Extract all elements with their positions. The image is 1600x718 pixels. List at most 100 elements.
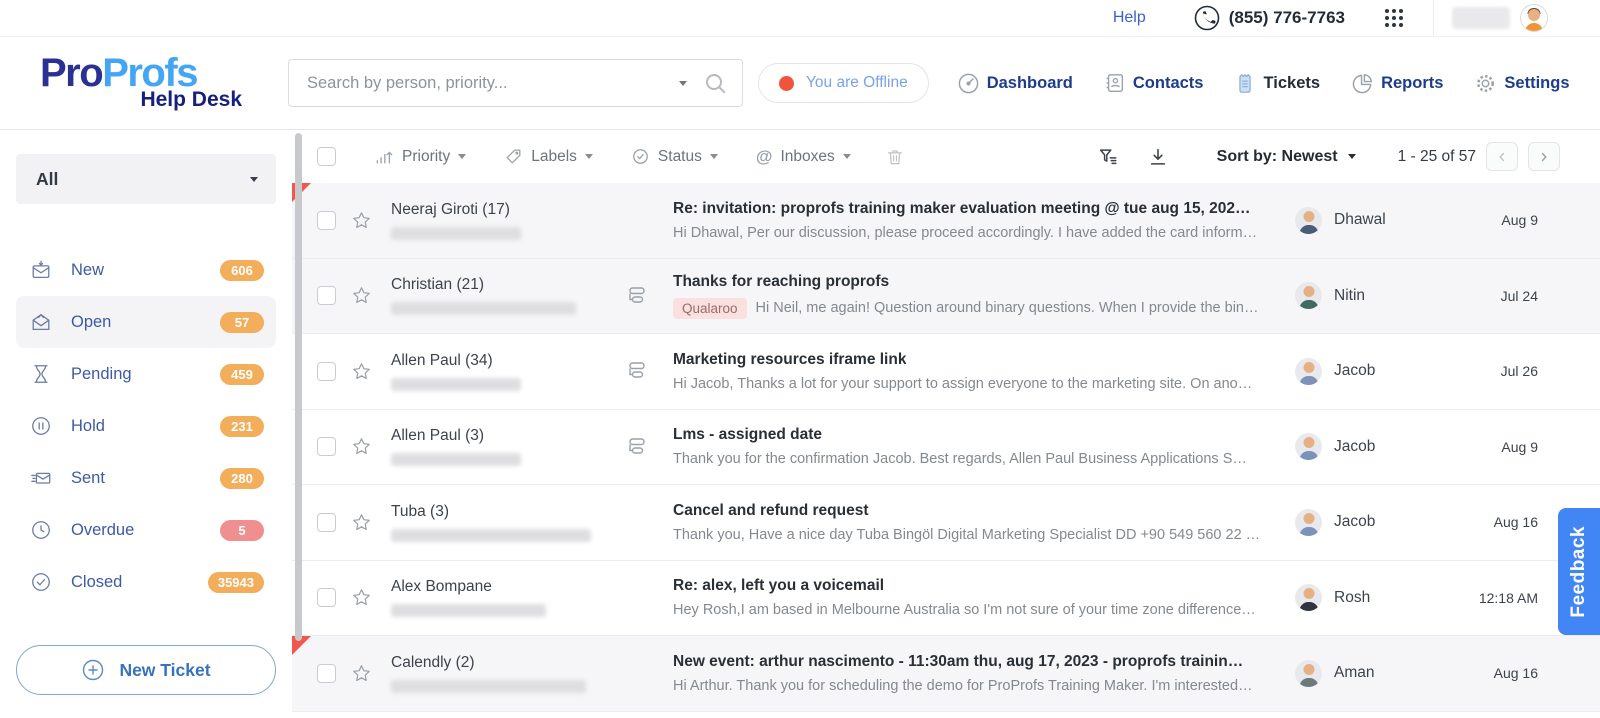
pause-icon [30, 415, 52, 437]
ticket-row[interactable]: Allen Paul (3) Lms - assigned date Thank… [292, 410, 1600, 486]
status-filter[interactable]: Status [631, 147, 718, 166]
nav-tickets[interactable]: Tickets [1234, 72, 1320, 95]
sidebar-item-pending[interactable]: Pending 459 [16, 348, 276, 400]
customer-name: Calendly (2) [391, 654, 475, 672]
ticket-preview: Thank you, Have a nice day Tuba Bingöl D… [673, 527, 1260, 543]
nav-contacts[interactable]: Contacts [1104, 72, 1204, 94]
star-icon[interactable] [351, 285, 372, 306]
assignee-name: Jacob [1334, 362, 1375, 380]
star-icon[interactable] [351, 587, 372, 608]
filter-view-button[interactable] [1097, 146, 1119, 168]
labels-filter[interactable]: Labels [504, 147, 593, 166]
ticket-subject: New event: arthur nascimento - 11:30am t… [673, 653, 1243, 671]
row-checkbox[interactable] [317, 588, 336, 607]
check-circle-icon [30, 571, 52, 593]
inbox-filter-dropdown[interactable]: All [16, 154, 276, 204]
new-ticket-button[interactable]: New Ticket [16, 645, 276, 695]
chevron-down-icon [1348, 154, 1356, 159]
row-checkbox[interactable] [317, 437, 336, 456]
redacted-email [391, 604, 546, 617]
redacted-email [391, 378, 521, 391]
redacted-email [391, 680, 586, 693]
star-icon[interactable] [351, 361, 372, 382]
sidebar-item-new[interactable]: New 606 [16, 244, 276, 296]
select-all-checkbox[interactable] [317, 147, 336, 166]
nav-dashboard[interactable]: Dashboard [957, 72, 1073, 95]
nav-reports[interactable]: Reports [1351, 72, 1443, 95]
user-menu[interactable] [1452, 4, 1548, 32]
sidebar-item-open[interactable]: Open 57 [16, 296, 276, 348]
ticket-row[interactable]: Calendly (2) New event: arthur nasciment… [292, 636, 1600, 712]
new-mail-icon [30, 259, 52, 281]
app-grid-icon[interactable] [1385, 9, 1403, 27]
sidebar-item-sent[interactable]: Sent 280 [16, 452, 276, 504]
assignee-avatar [1295, 509, 1322, 536]
vertical-scrollbar[interactable] [295, 133, 302, 641]
proprofs-logo[interactable]: ProProfs Help Desk [40, 54, 248, 112]
funnel-icon [1097, 146, 1119, 168]
ticket-row[interactable]: Neeraj Giroti (17) Re: invitation: propr… [292, 183, 1600, 259]
row-checkbox[interactable] [317, 664, 336, 683]
star-icon[interactable] [351, 436, 372, 457]
ticket-preview: Hi Arthur. Thank you for scheduling the … [673, 678, 1253, 694]
ticket-date: Aug 9 [1460, 439, 1600, 455]
count-badge: 57 [220, 312, 264, 333]
priority-filter[interactable]: Priority [374, 147, 466, 167]
export-button[interactable] [1147, 146, 1169, 168]
filter-label: Inboxes [780, 148, 834, 166]
delete-button[interactable] [885, 147, 905, 167]
status-folder-list: New 606 Open 57 Pending 459 [16, 244, 276, 608]
ticket-subject: Thanks for reaching proprofs [673, 273, 889, 291]
support-phone[interactable]: (855) 776-7763 [1194, 5, 1345, 31]
phone-icon [1194, 5, 1220, 31]
sidebar-item-overdue[interactable]: Overdue 5 [16, 504, 276, 556]
star-icon[interactable] [351, 210, 372, 231]
nav-label: Settings [1504, 74, 1569, 93]
row-checkbox[interactable] [317, 362, 336, 381]
page-body: All New 606 Open 57 [0, 130, 1600, 718]
sort-dropdown[interactable]: Sort by: Newest [1217, 148, 1356, 166]
ticket-row[interactable]: Alex Bompane Re: alex, left you a voicem… [292, 561, 1600, 637]
nav-settings[interactable]: Settings [1474, 72, 1569, 95]
search-scope-caret-icon[interactable] [679, 81, 687, 86]
assignee-avatar [1295, 207, 1322, 234]
assignee-name: Nitin [1334, 287, 1365, 305]
ticket-row[interactable]: Christian (21) Thanks for reaching propr… [292, 259, 1600, 335]
chevron-down-icon [843, 154, 851, 159]
clock-icon [30, 519, 52, 541]
inboxes-filter[interactable]: @ Inboxes [756, 147, 851, 167]
availability-toggle[interactable]: You are Offline [758, 63, 929, 103]
sort-label: Sort by: Newest [1217, 148, 1338, 166]
tag-icon [504, 147, 523, 166]
assignee-avatar [1295, 358, 1322, 385]
count-badge: 280 [220, 468, 264, 489]
logo-wordmark: ProProfs [40, 54, 248, 92]
divider [1433, 0, 1434, 36]
row-checkbox[interactable] [317, 513, 336, 532]
sidebar-item-label: Open [71, 313, 220, 332]
inbox-filter-value: All [36, 169, 58, 190]
search-input[interactable] [307, 74, 673, 93]
merged-ticket-icon [623, 360, 647, 382]
ticket-row[interactable]: Allen Paul (34) Marketing resources ifra… [292, 334, 1600, 410]
ticket-subject: Re: invitation: proprofs training maker … [673, 200, 1251, 218]
sidebar-item-label: Hold [71, 417, 220, 436]
feedback-tab[interactable]: Feedback [1558, 508, 1600, 635]
sidebar: All New 606 Open 57 [0, 130, 292, 718]
sidebar-item-closed[interactable]: Closed 35943 [16, 556, 276, 608]
row-checkbox[interactable] [317, 286, 336, 305]
nav-label: Contacts [1133, 74, 1204, 93]
next-page-button[interactable] [1528, 142, 1560, 171]
star-icon[interactable] [351, 512, 372, 533]
ticket-row[interactable]: Tuba (3) Cancel and refund request Thank… [292, 485, 1600, 561]
prev-page-button[interactable] [1486, 142, 1518, 171]
row-checkbox[interactable] [317, 211, 336, 230]
priority-icon [374, 147, 394, 167]
sidebar-item-hold[interactable]: Hold 231 [16, 400, 276, 452]
help-link[interactable]: Help [1113, 9, 1146, 27]
chevron-down-icon [458, 154, 466, 159]
search-icon[interactable] [703, 71, 728, 96]
count-badge: 35943 [208, 572, 264, 593]
redacted-email [391, 302, 576, 315]
star-icon[interactable] [351, 663, 372, 684]
